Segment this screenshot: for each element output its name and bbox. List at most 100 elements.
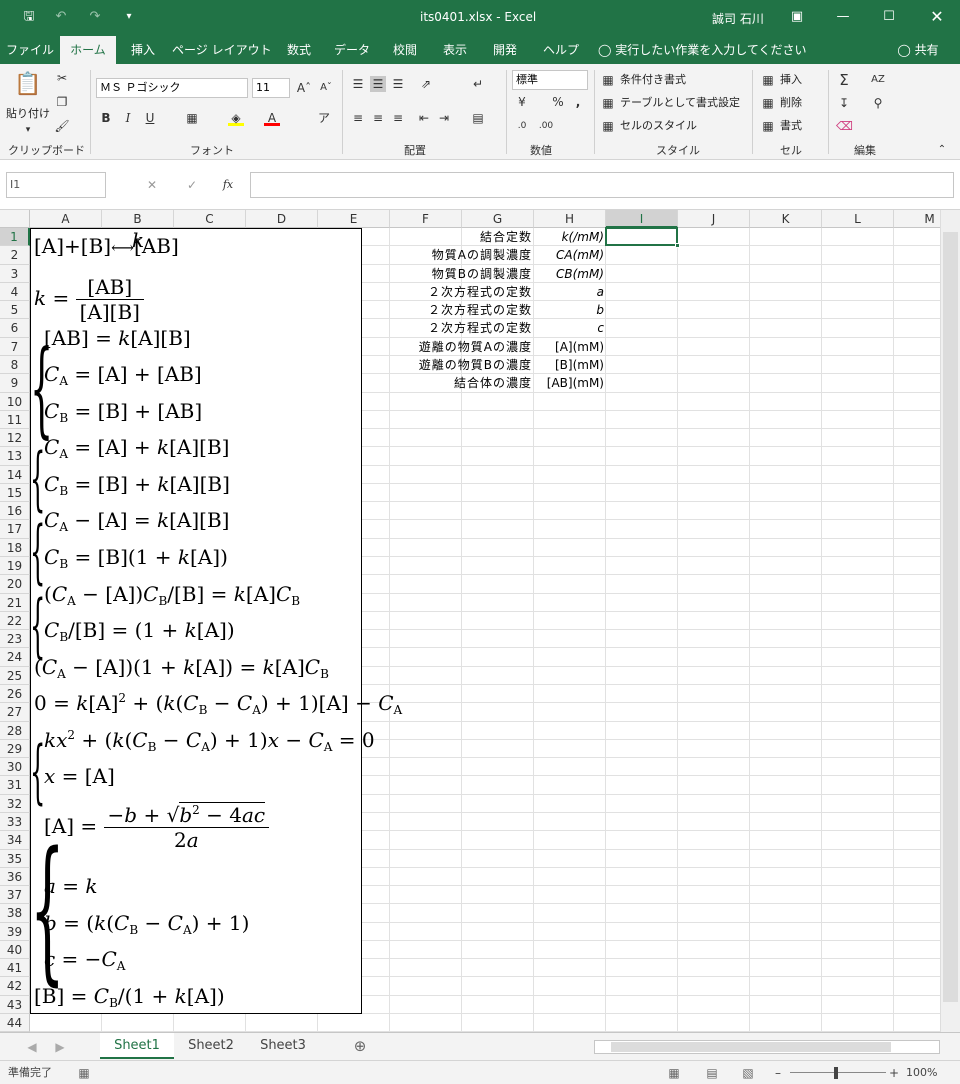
zoom-slider-thumb[interactable] [834,1067,838,1079]
vertical-scrollbar[interactable] [940,210,960,1032]
row-header[interactable]: 9 [0,374,30,393]
table-label[interactable]: ２次方程式の定数 [330,283,532,301]
table-label[interactable]: 遊離の物質Aの濃度 [330,338,532,356]
tab-view[interactable]: 表示 [434,36,476,64]
sheet-tab-3[interactable]: Sheet3 [248,1033,318,1059]
row-header[interactable]: 3 [0,264,30,283]
font-size-box[interactable]: 11 [252,78,290,98]
table-label[interactable]: 結合体の濃度 [330,374,532,392]
clear-icon[interactable]: ⌫ [836,118,853,134]
column-header[interactable]: J [678,210,750,228]
row-header[interactable]: 5 [0,301,30,320]
sheet-tab-1[interactable]: Sheet1 [100,1033,174,1059]
fill-color-icon[interactable]: ◈ [228,110,244,126]
row-header[interactable]: 31 [0,776,30,795]
vertical-scroll-thumb[interactable] [943,232,958,1002]
paste-button[interactable]: 貼り付け [6,106,50,122]
macro-record-icon[interactable]: ▦ [76,1065,92,1081]
paste-icon[interactable]: 📋 [14,70,42,100]
increase-indent-icon[interactable]: ⇥ [436,110,452,126]
select-all-corner[interactable] [0,210,30,228]
table-label[interactable]: ２次方程式の定数 [330,319,532,337]
collapse-ribbon-icon[interactable]: ⌃ [934,142,950,158]
tab-review[interactable]: 校閲 [384,36,426,64]
horizontal-scroll-thumb[interactable] [611,1042,891,1052]
formula-input[interactable] [250,172,954,198]
row-header[interactable]: 23 [0,630,30,649]
cut-icon[interactable]: ✂ [54,70,70,86]
new-sheet-icon[interactable]: ⊕ [352,1038,368,1054]
copy-icon[interactable]: ❐ [54,94,70,110]
table-unit[interactable]: a [534,283,604,301]
table-unit[interactable]: [AB](mM) [534,374,604,392]
autosum-icon[interactable]: Σ [836,72,852,88]
row-header[interactable]: 22 [0,611,30,631]
column-header[interactable]: B [102,210,174,228]
row-header[interactable]: 15 [0,483,30,503]
row-header[interactable]: 14 [0,465,30,484]
minimize-icon[interactable]: — [832,6,854,28]
row-header[interactable]: 42 [0,977,30,996]
tab-page-layout[interactable]: ページ レイアウト [172,36,272,64]
wrap-text-icon[interactable]: ↵ [470,76,486,92]
merge-center-icon[interactable]: ▤ [470,110,486,126]
row-header[interactable]: 39 [0,922,30,941]
format-as-table-button[interactable]: テーブルとして書式設定 [620,95,740,111]
insert-cells-button[interactable]: 挿入 [780,72,802,88]
number-format-box[interactable]: 標準 [512,70,588,90]
format-painter-icon[interactable]: 🖌 [54,118,70,134]
align-middle-icon[interactable]: ☰ [370,76,386,92]
table-unit[interactable]: CA(mM) [534,246,604,264]
normal-view-icon[interactable]: ▦ [666,1065,682,1081]
row-header[interactable]: 20 [0,575,30,594]
row-header[interactable]: 27 [0,703,30,722]
font-name-box[interactable]: ＭＳ Ｐゴシック [96,78,248,98]
table-label[interactable]: 物質Bの調製濃度 [330,265,532,283]
fill-icon[interactable]: ↧ [836,95,852,111]
row-header[interactable]: 38 [0,904,30,923]
table-unit[interactable]: c [534,319,604,337]
align-left-icon[interactable]: ≡ [350,110,366,126]
column-header[interactable]: K [750,210,822,228]
row-header[interactable]: 41 [0,959,30,978]
sheet-tab-2[interactable]: Sheet2 [176,1033,246,1059]
user-name[interactable]: 誠司 石川 [712,10,764,27]
share-button[interactable]: ◯ 共有 [888,36,948,64]
worksheet-grid[interactable]: A B C D E F G H I J K L M 1 2 3 4 5 6 7 8 9 10 11 12 13 14 15 16 17 18… [0,210,940,1032]
column-header[interactable]: E [318,210,390,228]
row-header[interactable]: 34 [0,831,30,850]
fill-handle[interactable] [675,243,680,249]
row-header[interactable]: 18 [0,538,30,558]
row-header[interactable]: 4 [0,282,30,302]
column-header[interactable]: L [822,210,894,228]
close-icon[interactable]: ✕ [926,6,948,28]
row-header[interactable]: 6 [0,319,30,338]
redo-icon[interactable]: ↷ [84,6,106,28]
name-box[interactable]: I1 [6,172,106,198]
comma-icon[interactable]: , [570,94,586,110]
zoom-slider[interactable] [790,1072,886,1073]
row-header[interactable]: 11 [0,410,30,430]
tab-file[interactable]: ファイル [4,36,56,64]
underline-icon[interactable]: U [142,110,158,126]
table-unit[interactable]: [B](mM) [534,356,604,374]
table-label[interactable]: ２次方程式の定数 [330,301,532,319]
row-header[interactable]: 43 [0,995,30,1015]
conditional-format-button[interactable]: 条件付き書式 [620,72,686,88]
delete-cells-button[interactable]: 削除 [780,95,802,111]
zoom-out-icon[interactable]: – [770,1065,786,1081]
italic-icon[interactable]: I [120,110,136,126]
align-top-icon[interactable]: ☰ [350,76,366,92]
column-header[interactable]: G [462,210,534,228]
zoom-level[interactable]: 100% [906,1065,937,1081]
column-header[interactable]: I [606,210,678,228]
phonetic-icon[interactable]: ア [316,110,332,126]
row-header[interactable]: 8 [0,355,30,375]
tell-me-box[interactable]: ◯ 実行したい作業を入力してください [598,36,807,64]
column-header[interactable]: A [30,210,102,228]
align-bottom-icon[interactable]: ☰ [390,76,406,92]
increase-decimal-icon[interactable]: .0 [514,118,530,134]
row-header[interactable]: 26 [0,685,30,704]
prev-sheet-icon[interactable]: ◀ [24,1039,40,1055]
row-header[interactable]: 40 [0,940,30,960]
